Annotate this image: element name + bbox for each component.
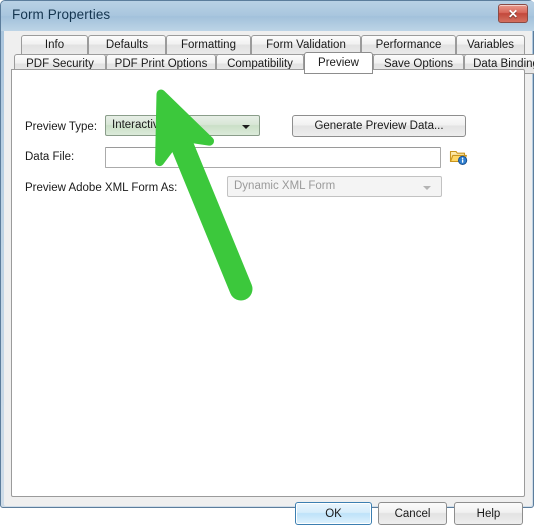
tab-defaults[interactable]: Defaults (88, 35, 166, 55)
tab-preview[interactable]: Preview (304, 52, 373, 74)
cancel-button[interactable]: Cancel (378, 502, 447, 525)
tab-formatting[interactable]: Formatting (166, 35, 251, 55)
tab-label: Performance (375, 39, 442, 51)
ok-button[interactable]: OK (295, 502, 372, 525)
tab-performance[interactable]: Performance (361, 35, 456, 55)
tab-info[interactable]: Info (21, 35, 88, 55)
tab-label: Defaults (105, 39, 149, 51)
tab-variables[interactable]: Variables (456, 35, 525, 55)
folder-info-icon[interactable] (448, 146, 468, 166)
tab-label: Form Validation (266, 39, 346, 51)
tab-label: Info (44, 39, 65, 51)
dialog-title: Form Properties (12, 7, 111, 22)
chevron-down-icon (242, 125, 250, 129)
preview-type-value: Interactive Form (112, 119, 196, 131)
chevron-down-icon (423, 186, 431, 190)
xml-form-as-value: Dynamic XML Form (234, 180, 336, 192)
preview-tab-panel: Preview Type: Interactive Form Generate … (11, 69, 525, 497)
tab-label: Preview (318, 57, 359, 69)
close-icon: ✕ (507, 6, 519, 21)
preview-type-label: Preview Type: (25, 121, 98, 133)
data-file-input[interactable] (105, 147, 441, 168)
tab-label: Variables (466, 39, 515, 51)
preview-type-combo[interactable]: Interactive Form (105, 115, 260, 136)
preview-adobe-xml-form-as-label: Preview Adobe XML Form As: (25, 182, 178, 194)
tab-label: Formatting (181, 39, 236, 51)
data-file-label: Data File: (25, 151, 75, 163)
dialog-window: Form Properties ✕ Info Defaults Formatting… (0, 0, 534, 525)
title-bar: Form Properties ✕ (1, 1, 534, 31)
help-button[interactable]: Help (454, 502, 523, 525)
dialog-body: Info Defaults Formatting Form Validation Per… (4, 31, 534, 525)
close-button[interactable]: ✕ (498, 4, 528, 23)
generate-preview-data-button[interactable]: Generate Preview Data... (292, 115, 466, 137)
tab-row-top: Info Defaults Formatting Form Validation Per… (11, 35, 525, 55)
xml-form-as-combo: Dynamic XML Form (227, 176, 442, 197)
